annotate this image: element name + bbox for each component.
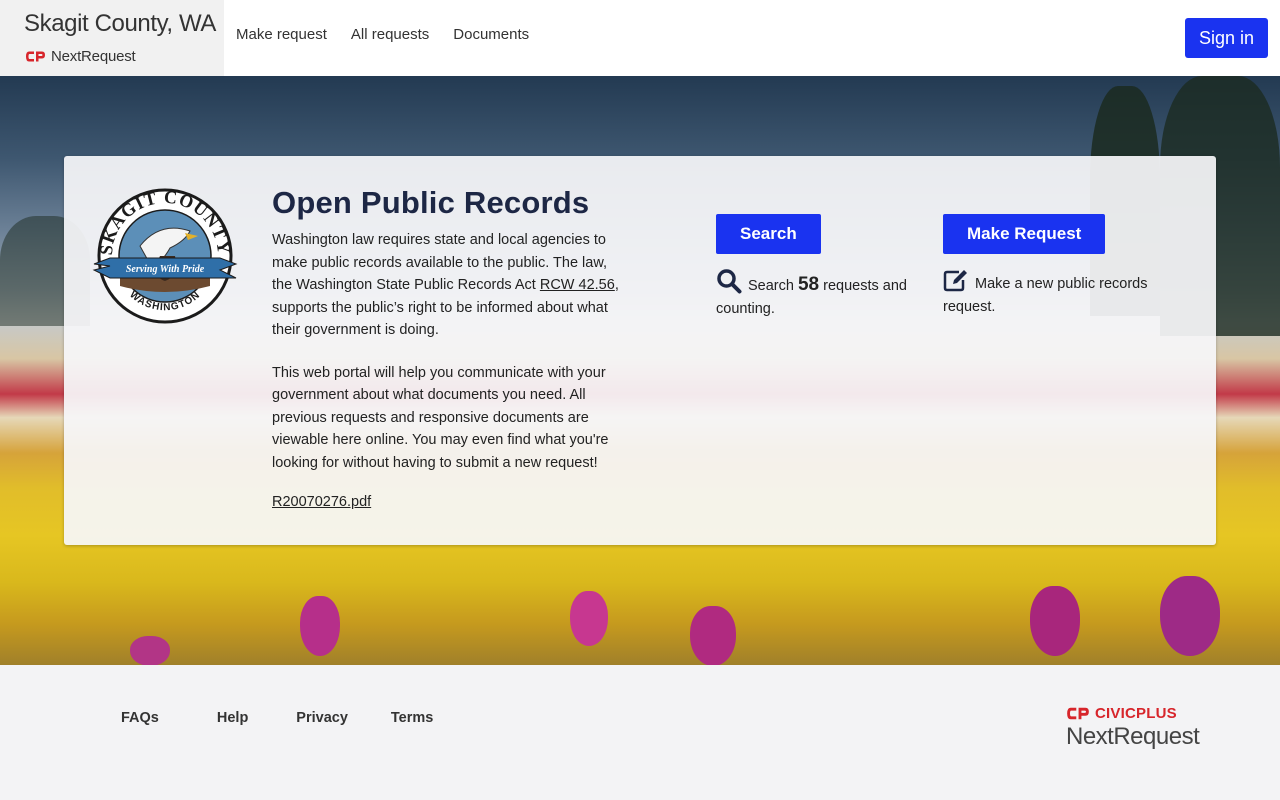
site-footer: FAQs Help Privacy Terms CIVICPLUS NextRe…: [0, 665, 1280, 800]
nav-documents[interactable]: Documents: [453, 26, 529, 43]
seal-banner-text: Serving With Pride: [126, 264, 205, 275]
tulip-decoration: [130, 636, 170, 665]
nextrequest-text: NextRequest: [1066, 723, 1200, 750]
tulip-decoration: [1030, 586, 1080, 656]
footer-link-privacy[interactable]: Privacy: [296, 710, 348, 726]
make-request-description: Make a new public records request.: [943, 268, 1163, 319]
page-title: Open Public Records: [272, 185, 590, 220]
county-seal-icon: SKAGIT COUNTY Serving With Pride WASHING…: [92, 187, 238, 324]
intro-card: SKAGIT COUNTY Serving With Pride WASHING…: [64, 156, 1216, 545]
intro-paragraph-2: This web portal will help you communicat…: [272, 364, 609, 471]
tulip-decoration: [570, 591, 608, 646]
tulip-decoration: [1160, 576, 1220, 656]
sign-in-button[interactable]: Sign in: [1185, 18, 1268, 58]
footer-link-help[interactable]: Help: [217, 710, 248, 726]
search-icon: [717, 269, 742, 294]
site-header: Skagit County, WA NextRequest Make reque…: [0, 0, 1280, 76]
civicplus-logo[interactable]: CIVICPLUS NextRequest: [1066, 705, 1200, 751]
civicplus-mark-icon: [26, 51, 45, 62]
search-desc-text: Search: [748, 278, 798, 294]
search-description: Search 58 requests and counting.: [716, 268, 916, 321]
logo-text: NextRequest: [51, 48, 136, 65]
agency-name[interactable]: Skagit County, WA: [24, 10, 216, 38]
tulip-decoration: [690, 606, 736, 665]
civicplus-mark-icon: [1067, 707, 1089, 720]
tulip-decoration: [300, 596, 340, 656]
civicplus-row: CIVICPLUS: [1066, 705, 1199, 722]
intro-content: Open Public Records Washington law requi…: [272, 184, 628, 510]
hero-background: SKAGIT COUNTY Serving With Pride WASHING…: [0, 76, 1280, 665]
brand-area[interactable]: Skagit County, WA NextRequest: [0, 0, 224, 76]
main-nav: Make request All requests Documents: [236, 26, 553, 43]
make-request-action: Make Request Make a new public records r…: [943, 214, 1163, 319]
footer-links: FAQs Help Privacy Terms: [121, 710, 433, 726]
nav-make-request[interactable]: Make request: [236, 26, 327, 43]
civicplus-text: CIVICPLUS: [1095, 705, 1177, 722]
footer-link-faqs[interactable]: FAQs: [121, 710, 159, 726]
make-request-button[interactable]: Make Request: [943, 214, 1106, 254]
make-request-desc-text: Make a new public records request.: [943, 276, 1148, 315]
edit-icon: [943, 270, 967, 292]
rcw-link[interactable]: RCW 42.56: [540, 277, 615, 293]
nav-all-requests[interactable]: All requests: [351, 26, 429, 43]
intro-paragraph-1: Washington law requires state and local …: [272, 229, 628, 342]
document-link[interactable]: R20070276.pdf: [272, 494, 628, 510]
search-button[interactable]: Search: [716, 214, 821, 254]
request-count: 58: [797, 274, 820, 295]
search-action: Search Search 58 requests and counting.: [716, 214, 916, 321]
nextrequest-logo: NextRequest: [25, 48, 136, 65]
footer-link-terms[interactable]: Terms: [391, 710, 433, 726]
